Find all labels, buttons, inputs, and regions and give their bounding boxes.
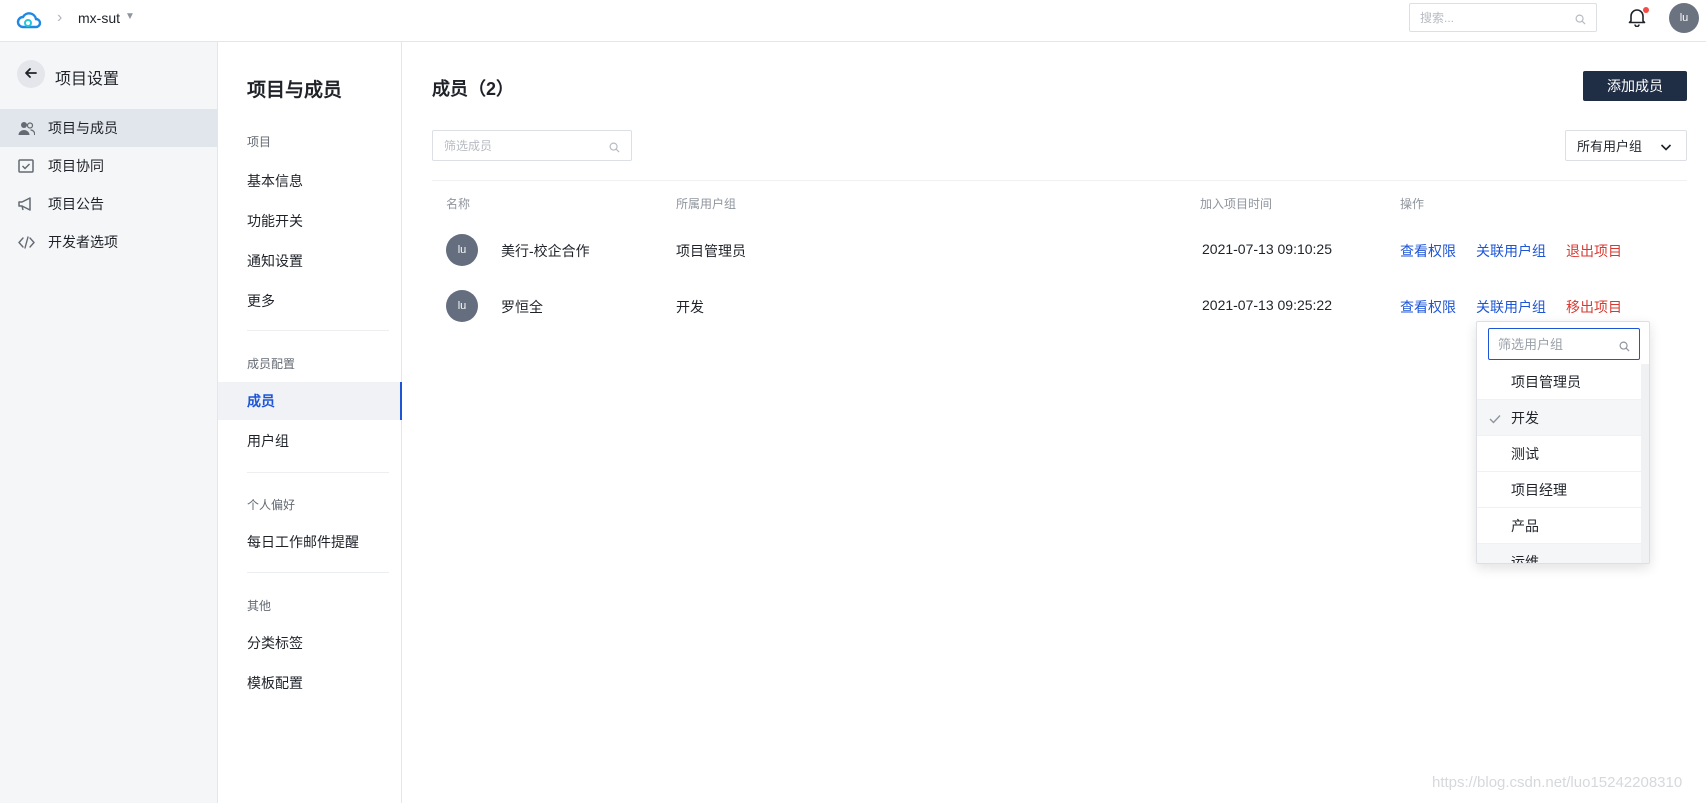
leave-project-link[interactable]: 退出项目	[1566, 241, 1622, 261]
sidebar-item-label: 项目协同	[48, 158, 104, 174]
subnav-title: 项目与成员	[247, 80, 343, 101]
option-label: 测试	[1511, 445, 1539, 462]
member-name: 美行-校企合作	[501, 243, 590, 259]
user-group-option[interactable]: 开发	[1477, 400, 1641, 436]
check-icon	[1489, 411, 1501, 427]
subnav-group-label: 项目	[247, 135, 272, 149]
user-group-option[interactable]: 项目经理	[1477, 472, 1641, 508]
column-header-name: 名称	[446, 197, 471, 211]
arrow-left-icon	[24, 66, 38, 83]
project-switcher[interactable]: mx-sut	[78, 10, 120, 26]
search-icon	[1575, 12, 1586, 28]
user-group-option[interactable]: 测试	[1477, 436, 1641, 472]
subnav-item-feature-toggles[interactable]: 功能开关	[218, 202, 402, 240]
link-user-group-link[interactable]: 关联用户组	[1476, 241, 1546, 261]
sidebar-item-announcement[interactable]: 项目公告	[0, 185, 217, 223]
sidebar-item-members[interactable]: 项目与成员	[0, 109, 217, 147]
top-bar: › mx-sut ▼ lu	[0, 0, 1706, 42]
subnav-divider	[247, 330, 389, 331]
chevron-down-icon	[1660, 140, 1672, 155]
subnav-divider	[247, 572, 389, 573]
view-permissions-link[interactable]: 查看权限	[1400, 241, 1456, 261]
link-user-group-link[interactable]: 关联用户组	[1476, 297, 1546, 317]
option-label: 运维	[1511, 553, 1539, 564]
settings-sidebar: 项目设置 项目与成员 项目协同 项目公告 开发者选项	[0, 42, 218, 803]
option-label: 项目管理员	[1511, 373, 1581, 390]
breadcrumb-separator-icon: ›	[57, 9, 63, 26]
subnav-group-label: 个人偏好	[247, 498, 296, 512]
user-group-option[interactable]: 项目管理员	[1477, 364, 1641, 400]
user-group-option[interactable]: 产品	[1477, 508, 1641, 544]
member-group: 项目管理员	[676, 243, 746, 259]
dropdown-scrollbar[interactable]	[1641, 364, 1649, 563]
user-group-option[interactable]: 运维	[1477, 544, 1641, 564]
avatar: lu	[446, 234, 478, 266]
view-permissions-link[interactable]: 查看权限	[1400, 297, 1456, 317]
member-group: 开发	[676, 299, 704, 315]
collaboration-icon	[17, 157, 35, 175]
subnav-group-label: 成员配置	[247, 357, 296, 371]
user-avatar[interactable]: lu	[1669, 3, 1699, 33]
notification-badge	[1643, 7, 1649, 13]
sidebar-title: 项目设置	[55, 71, 120, 88]
option-label: 项目经理	[1511, 481, 1567, 498]
subnav-item-basic-info[interactable]: 基本信息	[218, 162, 402, 200]
remove-member-link[interactable]: 移出项目	[1566, 297, 1622, 317]
subnav-divider	[247, 472, 389, 473]
caret-down-icon[interactable]: ▼	[125, 11, 135, 22]
member-joined-time: 2021-07-13 09:25:22	[1202, 297, 1332, 313]
column-header-joined: 加入项目时间	[1200, 197, 1273, 211]
user-group-search[interactable]	[1488, 328, 1640, 360]
watermark: https://blog.csdn.net/luo15242208310	[1432, 774, 1683, 791]
user-group-filter-select[interactable]: 所有用户组	[1565, 130, 1687, 161]
table-row: lu 美行-校企合作 项目管理员 2021-07-13 09:10:25 查看权…	[432, 222, 1687, 278]
settings-subnav: 项目与成员 项目 基本信息 功能开关 通知设置 更多 成员配置 成员 用户组 个…	[218, 42, 402, 803]
subnav-item-tags[interactable]: 分类标签	[218, 624, 402, 662]
option-label: 开发	[1511, 409, 1539, 426]
sidebar-item-developer[interactable]: 开发者选项	[0, 223, 217, 261]
member-filter-input[interactable]	[444, 131, 604, 160]
subnav-item-notifications[interactable]: 通知设置	[218, 242, 402, 280]
subnav-group-label: 其他	[247, 599, 272, 613]
sidebar-item-label: 项目与成员	[48, 120, 118, 136]
member-filter[interactable]	[432, 130, 632, 161]
subnav-item-members[interactable]: 成员	[218, 382, 402, 420]
global-search-input[interactable]	[1420, 4, 1570, 31]
back-button[interactable]	[17, 60, 45, 88]
member-name: 罗恒全	[501, 299, 543, 315]
member-joined-time: 2021-07-13 09:10:25	[1202, 241, 1332, 257]
sidebar-item-label: 开发者选项	[48, 234, 118, 250]
sidebar-item-collaboration[interactable]: 项目协同	[0, 147, 217, 185]
search-icon	[1619, 339, 1630, 355]
user-group-search-input[interactable]	[1498, 329, 1616, 359]
column-header-group: 所属用户组	[676, 197, 737, 211]
user-group-filter-value: 所有用户组	[1577, 139, 1643, 154]
option-label: 产品	[1511, 517, 1539, 534]
sidebar-item-label: 项目公告	[48, 196, 104, 212]
members-icon	[17, 119, 35, 137]
announcement-icon	[17, 195, 35, 213]
avatar: lu	[446, 290, 478, 322]
subnav-item-daily-email[interactable]: 每日工作邮件提醒	[218, 523, 402, 561]
add-member-button[interactable]: 添加成员	[1583, 71, 1687, 101]
column-header-actions: 操作	[1400, 197, 1425, 211]
table-top-divider	[432, 180, 1687, 181]
subnav-item-user-groups[interactable]: 用户组	[218, 422, 402, 460]
subnav-item-more[interactable]: 更多	[218, 282, 402, 320]
global-search[interactable]	[1409, 3, 1597, 32]
page-title: 成员（2）	[432, 79, 515, 99]
user-group-options: 项目管理员 开发 测试 项目经理 产品 运维	[1477, 364, 1649, 564]
code-icon	[17, 233, 35, 251]
user-group-dropdown: 项目管理员 开发 测试 项目经理 产品 运维	[1476, 321, 1650, 564]
app-logo-icon[interactable]	[14, 6, 44, 36]
subnav-item-templates[interactable]: 模板配置	[218, 664, 402, 702]
search-icon	[609, 140, 620, 156]
